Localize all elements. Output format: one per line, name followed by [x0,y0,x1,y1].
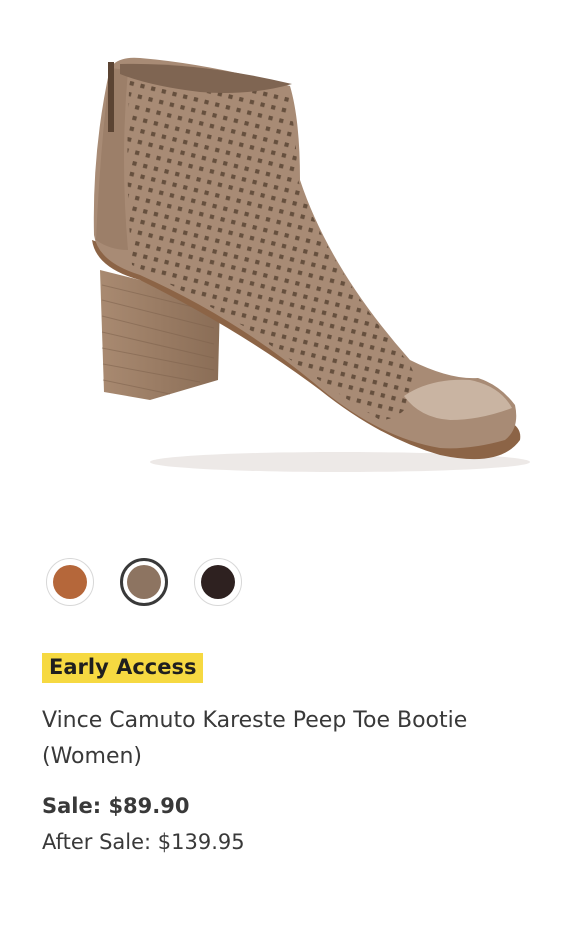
swatch-cognac-color [53,565,87,599]
color-swatches [46,558,242,606]
after-sale-price: After Sale: $139.95 [42,830,245,854]
product-title[interactable]: Vince Camuto Kareste Peep Toe Bootie (Wo… [42,703,522,775]
swatch-cognac[interactable] [46,558,94,606]
swatch-taupe-color [127,565,161,599]
swatch-taupe[interactable] [120,558,168,606]
product-card: Early Access Vince Camuto Kareste Peep T… [0,0,572,928]
swatch-black-color [201,565,235,599]
sale-price: Sale: $89.90 [42,794,190,818]
swatch-black[interactable] [194,558,242,606]
product-image[interactable] [0,0,572,520]
early-access-badge: Early Access [42,653,204,683]
